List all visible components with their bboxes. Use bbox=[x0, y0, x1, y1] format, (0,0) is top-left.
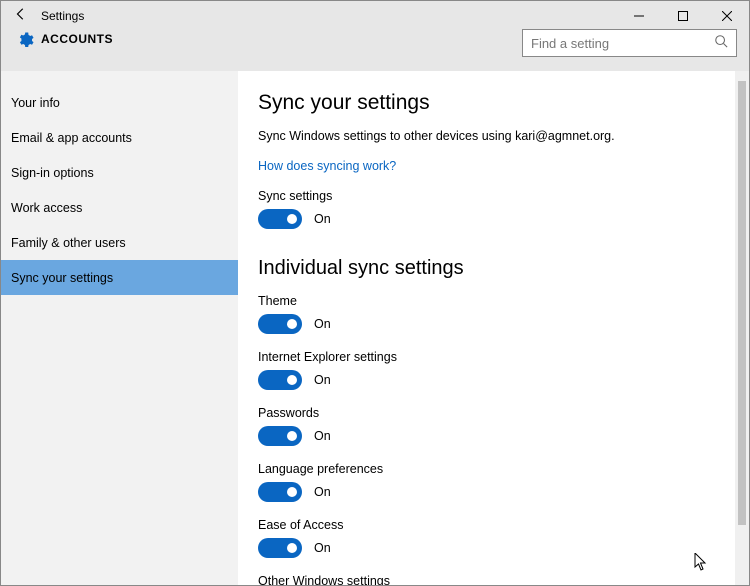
sidebar-item-label: Sign-in options bbox=[11, 166, 94, 180]
window-title: Settings bbox=[41, 9, 84, 23]
toggle-state: On bbox=[314, 373, 331, 387]
sidebar-item-label: Work access bbox=[11, 201, 82, 215]
other-windows-toggle-group: Other Windows settings On bbox=[258, 574, 715, 585]
individual-sync-heading: Individual sync settings bbox=[258, 257, 715, 280]
search-icon bbox=[714, 34, 728, 53]
page-description: Sync Windows settings to other devices u… bbox=[258, 129, 715, 143]
sidebar-item-label: Your info bbox=[11, 96, 60, 110]
toggle-state: On bbox=[314, 541, 331, 555]
header-band: ACCOUNTS bbox=[1, 31, 749, 71]
language-toggle-group: Language preferences On bbox=[258, 462, 715, 502]
sidebar-item-email-app-accounts[interactable]: Email & app accounts bbox=[1, 120, 238, 155]
content-area: Sync your settings Sync Windows settings… bbox=[238, 71, 735, 585]
ease-of-access-toggle-group: Ease of Access On bbox=[258, 518, 715, 558]
toggle-state: On bbox=[314, 429, 331, 443]
minimize-button[interactable] bbox=[617, 1, 661, 31]
search-input[interactable] bbox=[531, 36, 714, 51]
maximize-button[interactable] bbox=[661, 1, 705, 31]
sidebar-item-family-other-users[interactable]: Family & other users bbox=[1, 225, 238, 260]
sidebar-item-your-info[interactable]: Your info bbox=[1, 85, 238, 120]
setting-label: Sync settings bbox=[258, 189, 715, 203]
setting-label: Internet Explorer settings bbox=[258, 350, 715, 364]
passwords-toggle-group: Passwords On bbox=[258, 406, 715, 446]
sidebar: Your info Email & app accounts Sign-in o… bbox=[1, 71, 238, 585]
sidebar-item-sign-in-options[interactable]: Sign-in options bbox=[1, 155, 238, 190]
scrollbar-thumb[interactable] bbox=[738, 81, 746, 525]
title-bar: Settings bbox=[1, 1, 749, 31]
sidebar-item-label: Email & app accounts bbox=[11, 131, 132, 145]
gear-icon bbox=[9, 31, 41, 49]
theme-toggle-group: Theme On bbox=[258, 294, 715, 334]
back-button[interactable] bbox=[1, 7, 41, 26]
passwords-toggle[interactable] bbox=[258, 426, 302, 446]
scrollbar[interactable] bbox=[735, 71, 749, 585]
theme-toggle[interactable] bbox=[258, 314, 302, 334]
category-title: ACCOUNTS bbox=[41, 31, 113, 46]
page-title: Sync your settings bbox=[258, 91, 715, 115]
setting-label: Theme bbox=[258, 294, 715, 308]
close-button[interactable] bbox=[705, 1, 749, 31]
toggle-state: On bbox=[314, 317, 331, 331]
setting-label: Passwords bbox=[258, 406, 715, 420]
setting-label: Ease of Access bbox=[258, 518, 715, 532]
sidebar-item-label: Family & other users bbox=[11, 236, 126, 250]
toggle-state: On bbox=[314, 212, 331, 226]
language-toggle[interactable] bbox=[258, 482, 302, 502]
setting-label: Language preferences bbox=[258, 462, 715, 476]
sidebar-item-sync-your-settings[interactable]: Sync your settings bbox=[1, 260, 238, 295]
sidebar-item-label: Sync your settings bbox=[11, 271, 113, 285]
ease-of-access-toggle[interactable] bbox=[258, 538, 302, 558]
sync-settings-toggle-group: Sync settings On bbox=[258, 189, 715, 229]
ie-settings-toggle[interactable] bbox=[258, 370, 302, 390]
sidebar-item-work-access[interactable]: Work access bbox=[1, 190, 238, 225]
toggle-state: On bbox=[314, 485, 331, 499]
ie-settings-toggle-group: Internet Explorer settings On bbox=[258, 350, 715, 390]
sync-settings-toggle[interactable] bbox=[258, 209, 302, 229]
search-box[interactable] bbox=[522, 29, 737, 57]
help-link[interactable]: How does syncing work? bbox=[258, 159, 396, 173]
setting-label: Other Windows settings bbox=[258, 574, 715, 585]
